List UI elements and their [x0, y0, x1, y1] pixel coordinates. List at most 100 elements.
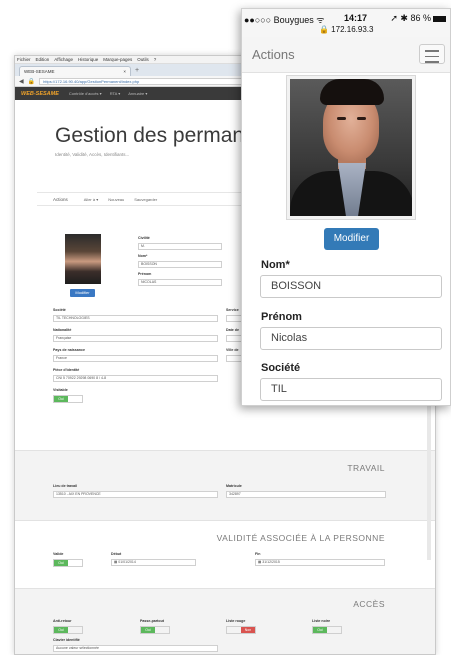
nationalite-field[interactable]: Française — [53, 335, 218, 342]
service-field[interactable] — [226, 315, 242, 322]
status-url: 🔒 172.16.93.3 — [319, 25, 374, 34]
ville-naissance-label: Ville de — [226, 348, 239, 352]
clavier-label: Clavier identifié — [53, 638, 80, 642]
fin-date-value: 31/12/2015 — [262, 560, 280, 564]
battery-indicator: ➚ ✱ 86 % — [390, 13, 446, 24]
menu-edition[interactable]: Edition — [36, 57, 50, 62]
wifi-icon: ᯤ — [316, 15, 325, 25]
liste-noire-toggle[interactable]: Oui — [312, 626, 342, 634]
toggle-on-label: Oui — [313, 627, 327, 633]
debut-date-value: 01/01/2014 — [118, 560, 136, 564]
status-bar: ●●○○○ Bouygues ᯤ 14:17 🔒 172.16.93.3 ➚ ✱… — [242, 9, 450, 37]
nav-item-controle-acces[interactable]: Contrôle d'accès ▾ — [69, 91, 102, 96]
save-button[interactable]: Sauvegarder — [134, 197, 157, 202]
date-naissance-label: Date de — [226, 328, 239, 332]
menu-marque-pages[interactable]: Marque-pages — [103, 57, 132, 62]
toggle-on-label: Oui — [54, 560, 68, 566]
prenom-field[interactable]: Nicolas — [260, 327, 442, 350]
anti-retour-label: Anti-retour — [53, 619, 72, 623]
anti-retour-toggle[interactable]: Oui — [53, 626, 83, 634]
close-icon[interactable]: × — [123, 69, 126, 74]
pays-naissance-field[interactable]: France — [53, 355, 218, 362]
societe-label: Société — [261, 362, 301, 374]
portrait-eye — [337, 117, 346, 120]
menu-aide[interactable]: ? — [154, 57, 157, 62]
prenom-label: Prénom — [261, 311, 302, 323]
new-button[interactable]: Nouveau — [108, 197, 124, 202]
nom-field[interactable]: BOISSON — [138, 261, 222, 268]
actions-label: Actions — [53, 196, 68, 202]
mobile-navbar: Actions — [242, 37, 450, 73]
carrier-signal: ●●○○○ Bouygues ᯤ — [244, 13, 324, 26]
menu-historique[interactable]: Historique — [78, 57, 98, 62]
lock-icon: 🔒 — [27, 78, 36, 85]
section-travail: TRAVAIL Lieu de travail 13510 - AIX EN P… — [15, 450, 435, 520]
menu-outils[interactable]: Outils — [137, 57, 149, 62]
browser-tab-title: WEB-SESAME — [24, 69, 55, 74]
debut-date-field[interactable]: ▦ 01/01/2014 — [111, 559, 196, 566]
societe-field[interactable]: TIL TECHNOLOGIES — [53, 315, 218, 322]
liste-rouge-toggle[interactable]: Non — [226, 626, 256, 634]
liste-rouge-label: Liste rouge — [226, 619, 246, 623]
toggle-on-label: Oui — [54, 396, 68, 402]
lieu-travail-select[interactable]: 13510 - AIX EN PROVENCE — [53, 491, 218, 498]
nav-item-rta[interactable]: RTA ▾ — [110, 91, 121, 96]
section-validite: VALIDITÉ ASSOCIÉE À LA PERSONNE Valide O… — [15, 520, 435, 588]
hamburger-menu-icon[interactable] — [419, 44, 445, 64]
toggle-on-label: Oui — [54, 627, 68, 633]
prenom-field[interactable]: NICOLAS — [138, 279, 222, 286]
person-photo — [65, 234, 101, 284]
status-time: 14:17 — [344, 13, 368, 23]
visitable-label: Visitable — [53, 388, 68, 392]
modify-photo-button[interactable]: Modifier — [70, 289, 95, 297]
browser-tab[interactable]: WEB-SESAME × — [19, 66, 131, 76]
portrait-hair — [320, 79, 384, 105]
debut-label: Début — [111, 552, 122, 556]
carrier-name: ●●○○○ Bouygues — [244, 15, 314, 25]
menu-fichier[interactable]: Fichier — [17, 57, 31, 62]
goto-button[interactable]: Aller à ▾ — [84, 197, 98, 202]
validite-heading: VALIDITÉ ASSOCIÉE À LA PERSONNE — [216, 533, 385, 543]
date-naissance-field[interactable] — [226, 335, 242, 342]
section-acces: ACCÈS Anti-retour Oui Passe-partout Oui … — [15, 588, 435, 654]
matricule-field[interactable]: 342897 — [226, 491, 386, 498]
civilite-select[interactable]: M. — [138, 243, 222, 250]
lieu-travail-label: Lieu de travail — [53, 484, 78, 488]
nom-label: Nom* — [261, 259, 290, 271]
toggle-on-label: Oui — [141, 627, 155, 633]
travail-heading: TRAVAIL — [347, 463, 385, 473]
societe-field[interactable]: TIL — [260, 378, 442, 401]
prenom-label: Prénom — [138, 272, 152, 276]
societe-label: Société — [53, 308, 66, 312]
nom-field[interactable]: BOISSON — [260, 275, 442, 298]
nom-label: Nom* — [138, 254, 148, 258]
matricule-label: Matricule — [226, 484, 242, 488]
pays-naissance-label: Pays de naissance — [53, 348, 85, 352]
mobile-screen: ●●○○○ Bouygues ᯤ 14:17 🔒 172.16.93.3 ➚ ✱… — [241, 8, 451, 406]
ville-naissance-field[interactable] — [226, 355, 242, 362]
nav-item-annuaire[interactable]: Annuaire ▾ — [128, 91, 147, 96]
service-label: Service — [226, 308, 239, 312]
fin-label: Fin — [255, 552, 261, 556]
passe-partout-toggle[interactable]: Oui — [140, 626, 170, 634]
civilite-label: Civilité — [138, 236, 150, 240]
portrait-eye — [357, 117, 366, 120]
menu-affichage[interactable]: Affichage — [54, 57, 73, 62]
clavier-select[interactable]: Aucune valeur sélectionnée — [53, 645, 218, 652]
piece-identite-label: Pièce d'identité — [53, 368, 80, 372]
modify-photo-button[interactable]: Modifier — [324, 228, 379, 250]
portrait-image — [290, 79, 412, 216]
fin-date-field[interactable]: ▦ 31/12/2015 — [255, 559, 385, 566]
liste-noire-label: Liste noire — [312, 619, 331, 623]
new-tab-button[interactable]: + — [135, 66, 139, 76]
person-photo — [286, 75, 416, 220]
valide-label: Valide — [53, 552, 64, 556]
visitable-toggle[interactable]: Oui — [53, 395, 83, 403]
brand-logo[interactable]: WEB-SESAME — [21, 91, 59, 97]
toggle-off-label: Non — [241, 627, 255, 633]
acces-heading: ACCÈS — [353, 599, 385, 609]
mobile-nav-title[interactable]: Actions — [252, 47, 295, 62]
valide-toggle[interactable]: Oui — [53, 559, 83, 567]
back-arrow-icon[interactable]: ◀ — [19, 78, 24, 85]
piece-identite-field[interactable]: CNI 5 70922 29298 0690 8 / 4-8 — [53, 375, 218, 382]
